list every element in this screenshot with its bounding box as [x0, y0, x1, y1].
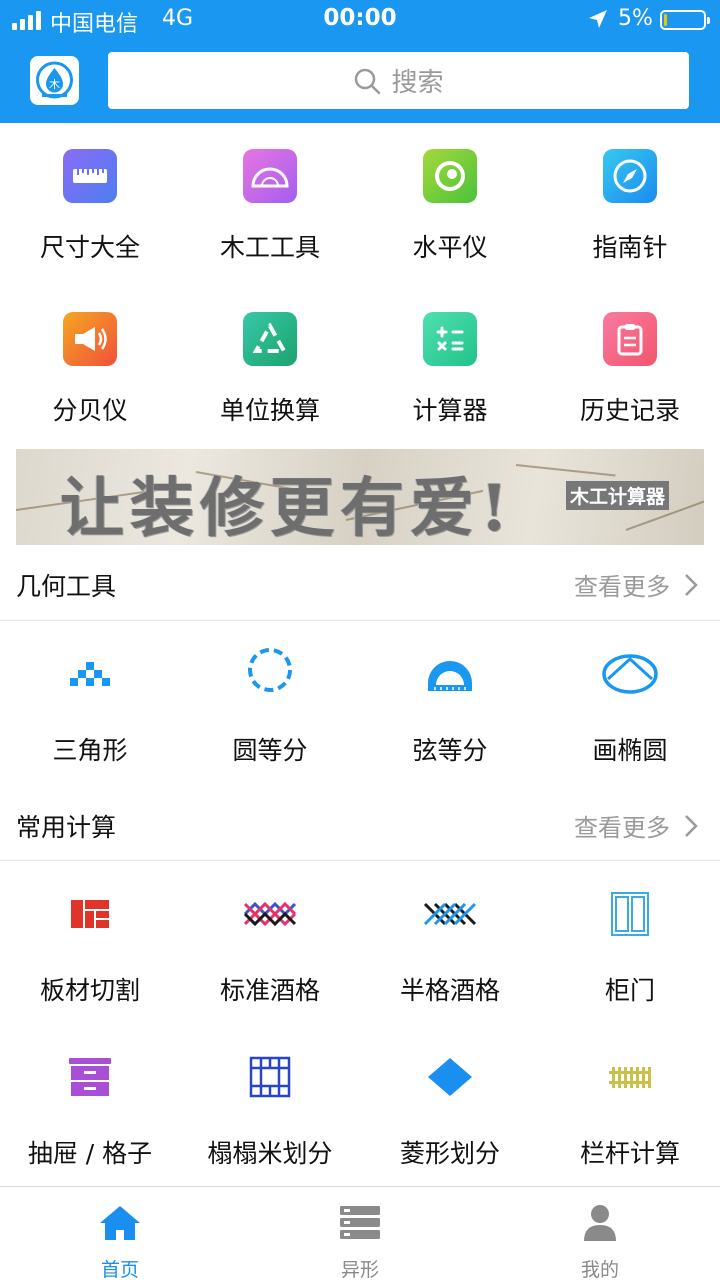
- tool-unit-convert[interactable]: 单位换算: [180, 286, 360, 449]
- user-icon: [584, 1205, 616, 1241]
- geometry-label: 圆等分: [232, 736, 308, 765]
- calc-label: 板材切割: [39, 976, 140, 1005]
- tool-label: 历史记录: [579, 396, 680, 425]
- calc-label: 抽屉 / 格子: [27, 1139, 153, 1168]
- calc-label: 榻榻米划分: [207, 1139, 333, 1168]
- home-icon: [100, 1206, 140, 1240]
- diamond-icon: [428, 1058, 472, 1096]
- app-logo[interactable]: 木: [30, 56, 79, 105]
- geometry-triangle[interactable]: 三角形: [0, 621, 180, 781]
- search-placeholder: 搜索: [391, 68, 444, 98]
- app-header: 中国电信 4G 00:00 5% 木 搜索: [0, 0, 720, 123]
- tab-label: 首页: [100, 1259, 139, 1281]
- ellipse-icon: [602, 654, 658, 694]
- calc-diamond[interactable]: 菱形划分: [360, 1024, 540, 1186]
- tab-label: 异形: [340, 1259, 379, 1281]
- calc-tatami[interactable]: 榻榻米划分: [180, 1024, 360, 1186]
- calc-label: 标准酒格: [219, 976, 320, 1005]
- tools-row-2: 分贝仪 单位换算 计算器 历史记录: [0, 286, 720, 449]
- dashed-circle-icon: [248, 648, 292, 692]
- tool-label: 分贝仪: [52, 396, 128, 425]
- status-bar: 中国电信 4G 00:00 5%: [0, 0, 720, 40]
- tool-calculator[interactable]: 计算器: [360, 286, 540, 449]
- location-arrow-icon: [589, 10, 607, 28]
- triangle-pixels-icon: [70, 662, 110, 686]
- tab-special-shape[interactable]: 异形: [240, 1187, 480, 1281]
- section-title: 常用计算: [16, 813, 117, 842]
- tab-label: 我的: [580, 1259, 619, 1281]
- semicircle-icon: [428, 661, 472, 691]
- megaphone-icon: [63, 312, 117, 366]
- tool-decibel[interactable]: 分贝仪: [0, 286, 180, 449]
- geometry-grid: 三角形 圆等分 弦等分 画椭圆: [0, 621, 720, 781]
- promo-banner[interactable]: 让装修更有爱! 木工计算器: [16, 449, 704, 545]
- chevron-right-icon: [685, 815, 698, 837]
- banner-title: 让装修更有爱!: [60, 471, 515, 545]
- calc-row-1: 板材切割 标准酒格 半格酒格 柜门: [0, 861, 720, 1024]
- view-more-link[interactable]: 查看更多: [574, 808, 670, 843]
- tool-label: 计算器: [412, 396, 488, 425]
- banner-tag: 木工计算器: [566, 481, 670, 510]
- compass-icon: [603, 149, 657, 203]
- battery-percent: 5%: [618, 6, 653, 31]
- calc-wine-rack[interactable]: 标准酒格: [180, 861, 360, 1024]
- tatami-icon: [249, 1056, 291, 1098]
- calc-label: 柜门: [604, 976, 655, 1005]
- half-wine-rack-icon: [423, 902, 477, 926]
- calc-row-2: 抽屉 / 格子 榻榻米划分 菱形划分 栏杆计算: [0, 1024, 720, 1186]
- geometry-section-header: 几何工具 查看更多: [0, 555, 720, 615]
- tool-compass[interactable]: 指南针: [540, 123, 720, 286]
- tool-label: 水平仪: [412, 233, 488, 262]
- tool-label: 木工工具: [219, 233, 320, 262]
- tool-size-guide[interactable]: 尺寸大全: [0, 123, 180, 286]
- view-more-link[interactable]: 查看更多: [574, 567, 670, 602]
- search-input[interactable]: 搜索: [108, 52, 689, 109]
- geometry-chord-divide[interactable]: 弦等分: [360, 621, 540, 781]
- tab-home[interactable]: 首页: [0, 1187, 240, 1281]
- chevron-right-icon: [685, 574, 698, 596]
- tools-row-1: 尺寸大全 木工工具 水平仪 指南针: [0, 123, 720, 286]
- calc-board-cut[interactable]: 板材切割: [0, 861, 180, 1024]
- calc-label: 栏杆计算: [579, 1139, 680, 1168]
- calc-label: 菱形划分: [399, 1139, 500, 1168]
- railing-icon: [609, 1067, 651, 1088]
- calc-half-wine-rack[interactable]: 半格酒格: [360, 861, 540, 1024]
- protractor-icon: [243, 149, 297, 203]
- geometry-label: 画椭圆: [592, 736, 668, 765]
- tool-label: 指南针: [592, 233, 668, 262]
- bottom-tab-bar: 首页 异形 我的: [0, 1186, 720, 1281]
- calc-section-header: 常用计算 查看更多: [0, 796, 720, 856]
- clipboard-icon: [603, 312, 657, 366]
- calc-railing[interactable]: 栏杆计算: [540, 1024, 720, 1186]
- tool-history[interactable]: 历史记录: [540, 286, 720, 449]
- board-cut-icon: [71, 900, 109, 928]
- section-title: 几何工具: [16, 572, 117, 601]
- recycle-icon: [243, 312, 297, 366]
- cabinet-door-icon: [611, 892, 649, 936]
- server-icon: [340, 1206, 380, 1239]
- calc-drawer[interactable]: 抽屉 / 格子: [0, 1024, 180, 1186]
- ruler-icon: [63, 149, 117, 203]
- logo-text: 木: [49, 78, 60, 91]
- geometry-ellipse[interactable]: 画椭圆: [540, 621, 720, 781]
- tab-mine[interactable]: 我的: [480, 1187, 720, 1281]
- tool-level[interactable]: 水平仪: [360, 123, 540, 286]
- search-icon: [355, 68, 381, 94]
- calc-cabinet-door[interactable]: 柜门: [540, 861, 720, 1024]
- clock: 00:00: [323, 5, 397, 31]
- geometry-label: 三角形: [52, 736, 128, 765]
- tool-carpentry[interactable]: 木工工具: [180, 123, 360, 286]
- calc-label: 半格酒格: [399, 976, 500, 1005]
- drawer-icon: [69, 1058, 111, 1096]
- calculator-icon: [423, 312, 477, 366]
- wine-rack-icon: [243, 901, 297, 927]
- tool-label: 单位换算: [219, 396, 320, 425]
- geometry-label: 弦等分: [412, 736, 488, 765]
- level-icon: [423, 149, 477, 203]
- battery-icon: [660, 10, 710, 30]
- tool-label: 尺寸大全: [39, 233, 140, 262]
- geometry-circle-divide[interactable]: 圆等分: [180, 621, 360, 781]
